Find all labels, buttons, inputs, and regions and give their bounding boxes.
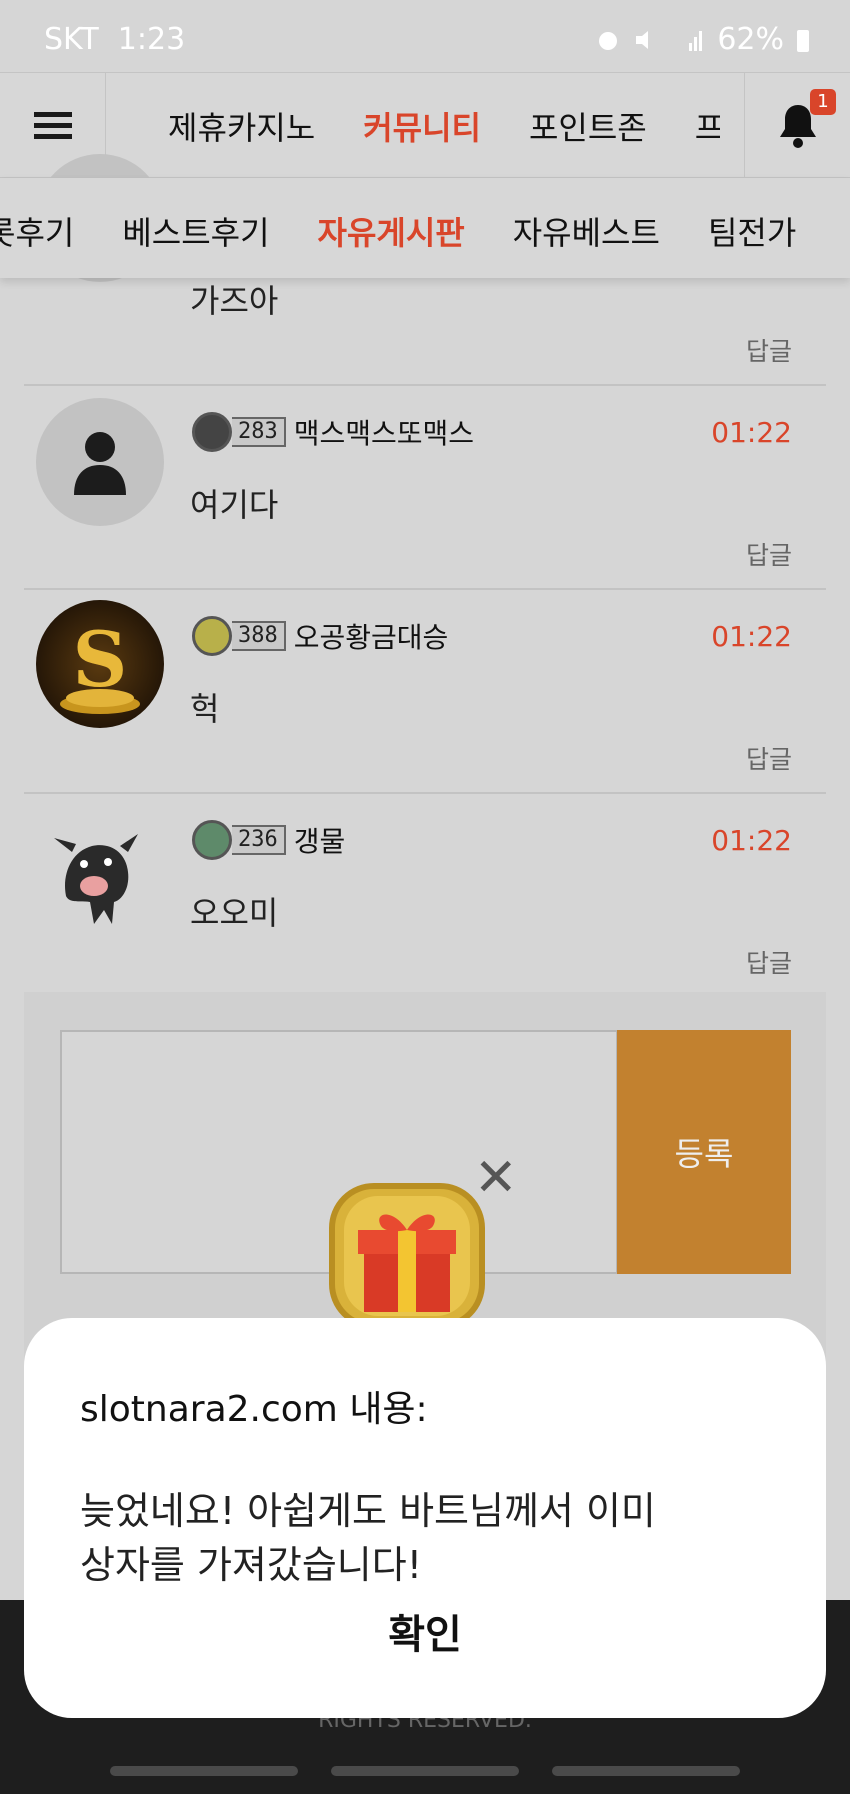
comment-body: 가즈아 bbox=[190, 282, 279, 320]
notification-badge: 1 bbox=[810, 89, 836, 115]
subtab-free-best[interactable]: 자유베스트 bbox=[513, 208, 660, 254]
hamburger-icon bbox=[33, 106, 72, 145]
submit-button[interactable]: 등록 bbox=[617, 1030, 791, 1274]
level-badge: 236 bbox=[192, 820, 286, 860]
alarm-icon bbox=[599, 31, 618, 50]
reply-link[interactable]: 답글 bbox=[746, 332, 792, 368]
main-tabs: 제휴카지노 커뮤니티 포인트존 프 bbox=[168, 103, 720, 149]
alert-dialog: slotnara2.com 내용: 늦었네요! 아쉽게도 바트님께서 이미 상자… bbox=[24, 1318, 826, 1718]
comment-body: 오오미 bbox=[190, 894, 279, 932]
level-badge: 283 bbox=[192, 412, 286, 452]
nav-back-handle[interactable] bbox=[551, 1766, 740, 1776]
comment-item: S 388 오공황금대승 01:22 헉 답글 bbox=[24, 590, 826, 794]
gift-box-icon[interactable] bbox=[322, 1178, 492, 1328]
comment-nickname[interactable]: 오공황금대승 bbox=[294, 616, 449, 656]
sub-nav: 롯후기 베스트후기 자유게시판 자유베스트 팀전가 bbox=[0, 178, 850, 278]
comment-nickname[interactable]: 갱물 bbox=[294, 820, 346, 860]
comment-nickname[interactable]: 맥스맥스또맥스 bbox=[294, 412, 474, 452]
comment-time: 01:22 bbox=[711, 620, 792, 653]
user-icon bbox=[74, 432, 126, 495]
signal-icon bbox=[689, 30, 703, 51]
reply-link[interactable]: 답글 bbox=[746, 740, 792, 776]
notification-button[interactable]: 1 bbox=[744, 73, 850, 177]
svg-text:S: S bbox=[73, 615, 128, 704]
level-gear-icon bbox=[192, 412, 232, 452]
dialog-message-line: 상자를 가져갔습니다! bbox=[80, 1543, 422, 1587]
comment-item: 283 맥스맥스또맥스 01:22 여기다 답글 bbox=[24, 386, 826, 590]
subtab-free-board[interactable]: 자유게시판 bbox=[318, 208, 465, 254]
nav-home-handle[interactable] bbox=[330, 1766, 519, 1776]
level-number: 388 bbox=[232, 621, 286, 651]
gold-s-coin-icon: S bbox=[60, 615, 140, 714]
level-number: 283 bbox=[232, 417, 286, 447]
subtab-team[interactable]: 팀전가 bbox=[708, 208, 796, 254]
comment-meta: 388 오공황금대승 bbox=[192, 616, 448, 656]
clock-label: 1:23 bbox=[117, 22, 186, 57]
dialog-message: 늦었네요! 아쉽게도 바트님께서 이미 상자를 가져갔습니다! bbox=[80, 1484, 780, 1592]
battery-icon bbox=[797, 29, 809, 52]
level-gear-icon bbox=[192, 820, 232, 860]
tab-more[interactable]: 프 bbox=[695, 103, 720, 149]
nav-recent-handle[interactable] bbox=[110, 1766, 299, 1776]
level-badge: 388 bbox=[192, 616, 286, 656]
avatar: S bbox=[36, 600, 164, 728]
comment-body: 헉 bbox=[190, 690, 220, 728]
status-icons: 62% bbox=[595, 22, 810, 57]
system-nav-bar bbox=[0, 1766, 850, 1776]
dialog-message-line: 늦었네요! 아쉽게도 바트님께서 이미 bbox=[80, 1489, 656, 1533]
reply-link[interactable]: 답글 bbox=[746, 944, 792, 980]
avatar bbox=[36, 398, 164, 526]
level-number: 236 bbox=[232, 825, 286, 855]
subtab-best-review[interactable]: 베스트후기 bbox=[122, 208, 269, 254]
carrier-label: SKT bbox=[44, 22, 99, 57]
dialog-title: slotnara2.com 내용: bbox=[80, 1389, 428, 1430]
mute-icon bbox=[636, 30, 649, 49]
comment-time: 01:22 bbox=[711, 416, 792, 449]
comment-time: 01:22 bbox=[711, 824, 792, 857]
comment-meta: 236 갱물 bbox=[192, 820, 345, 860]
tab-community[interactable]: 커뮤니티 bbox=[363, 103, 481, 149]
tab-partner-casino[interactable]: 제휴카지노 bbox=[168, 103, 315, 149]
avatar bbox=[36, 806, 164, 934]
status-bar: SKT 1:23 62% bbox=[0, 0, 850, 76]
tab-point-zone[interactable]: 포인트존 bbox=[529, 103, 647, 149]
comment-meta: 283 맥스맥스또맥스 bbox=[192, 412, 474, 452]
comment-body: 여기다 bbox=[190, 486, 279, 524]
ok-button[interactable]: 확인 bbox=[24, 1602, 826, 1660]
level-gear-icon bbox=[192, 616, 232, 656]
subtab-review[interactable]: 롯후기 bbox=[0, 208, 74, 254]
comment-item: 236 갱물 01:22 오오미 답글 bbox=[24, 794, 826, 998]
battery-label: 62% bbox=[717, 22, 784, 57]
cow-icon bbox=[54, 834, 138, 924]
reply-link[interactable]: 답글 bbox=[746, 536, 792, 572]
carrier-time: SKT 1:23 bbox=[44, 22, 185, 57]
